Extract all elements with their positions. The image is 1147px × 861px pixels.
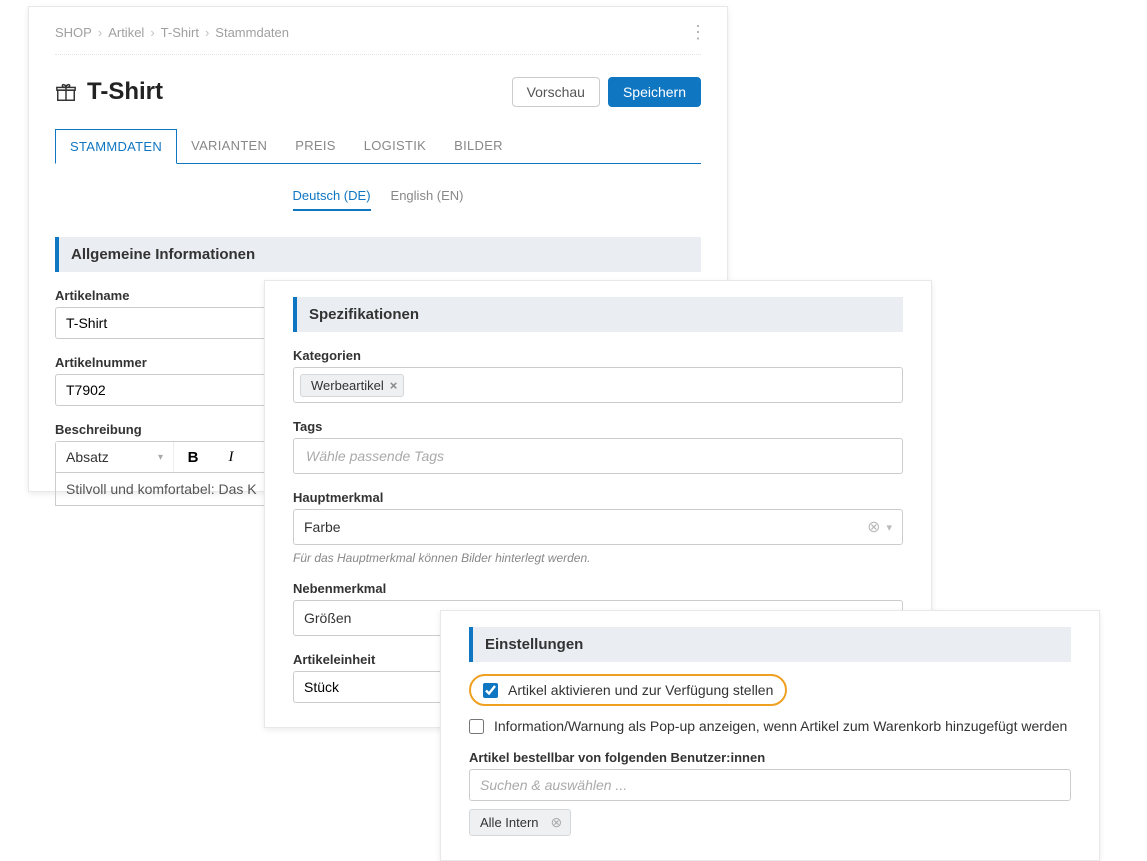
popup-warning-checkbox[interactable] <box>469 719 484 734</box>
orderable-by-input[interactable]: Suchen & auswählen ... <box>469 769 1071 801</box>
chevron-right-icon: › <box>205 25 209 40</box>
breadcrumb: SHOP › Artikel › T-Shirt › Stammdaten ⋮ <box>55 25 701 55</box>
tab-bar: STAMMDATEN VARIANTEN PREIS LOGISTIK BILD… <box>55 129 701 164</box>
save-button[interactable]: Speichern <box>608 77 701 107</box>
hauptmerkmal-select[interactable]: Farbe ⊗ ▾ <box>293 509 903 545</box>
activate-highlight: Artikel aktivieren und zur Verfügung ste… <box>469 674 787 706</box>
breadcrumb-item-stammdaten: Stammdaten <box>215 25 289 40</box>
chip-remove-icon[interactable]: × <box>390 378 398 393</box>
page-title: T-Shirt <box>87 78 163 106</box>
tags-placeholder: Wähle passende Tags <box>300 448 444 464</box>
kategorien-input[interactable]: Werbeartikel × <box>293 367 903 403</box>
preview-button[interactable]: Vorschau <box>512 77 600 107</box>
tab-preis[interactable]: PREIS <box>281 129 350 163</box>
bold-button[interactable]: B <box>174 442 212 472</box>
tab-varianten[interactable]: VARIANTEN <box>177 129 281 163</box>
tags-input[interactable]: Wähle passende Tags <box>293 438 903 474</box>
breadcrumb-item-tshirt[interactable]: T-Shirt <box>161 25 199 40</box>
italic-button[interactable]: I <box>212 442 250 472</box>
chip-remove-icon[interactable]: ⊗ <box>551 814 563 831</box>
hauptmerkmal-label: Hauptmerkmal <box>293 490 903 505</box>
section-spezifikationen: Spezifikationen <box>293 297 903 332</box>
activate-checkbox[interactable] <box>483 683 498 698</box>
tab-logistik[interactable]: LOGISTIK <box>350 129 440 163</box>
tab-bilder[interactable]: BILDER <box>440 129 517 163</box>
lang-tab-de[interactable]: Deutsch (DE) <box>293 188 371 211</box>
tags-label: Tags <box>293 419 903 434</box>
activate-label: Artikel aktivieren und zur Verfügung ste… <box>508 682 773 698</box>
kategorien-label: Kategorien <box>293 348 903 363</box>
kebab-menu-icon[interactable]: ⋮ <box>689 23 707 41</box>
chevron-down-icon: ▾ <box>158 452 163 463</box>
chevron-right-icon: › <box>98 25 102 40</box>
hauptmerkmal-hint: Für das Hauptmerkmal können Bilder hinte… <box>293 551 903 565</box>
chevron-right-icon: › <box>150 25 154 40</box>
kategorien-chip: Werbeartikel × <box>300 374 404 397</box>
artikeleinheit-input[interactable] <box>293 671 463 703</box>
gift-icon <box>55 81 77 103</box>
lang-tab-en[interactable]: English (EN) <box>391 188 464 211</box>
einstellungen-panel: Einstellungen Artikel aktivieren und zur… <box>440 610 1100 861</box>
clear-icon[interactable]: ⊗ <box>867 517 880 537</box>
orderable-chip: Alle Intern ⊗ <box>469 809 571 836</box>
popup-warning-label: Information/Warnung als Pop-up anzeigen,… <box>494 718 1067 734</box>
breadcrumb-item-shop[interactable]: SHOP <box>55 25 92 40</box>
tab-stammdaten[interactable]: STAMMDATEN <box>55 129 177 164</box>
section-allgemeine: Allgemeine Informationen <box>55 237 701 272</box>
orderable-by-label: Artikel bestellbar von folgenden Benutze… <box>469 750 1071 765</box>
section-einstellungen: Einstellungen <box>469 627 1071 662</box>
breadcrumb-item-artikel[interactable]: Artikel <box>108 25 144 40</box>
nebenmerkmal-label: Nebenmerkmal <box>293 581 903 596</box>
chevron-down-icon[interactable]: ▾ <box>886 521 892 534</box>
paragraph-select[interactable]: Absatz▾ <box>56 442 174 472</box>
